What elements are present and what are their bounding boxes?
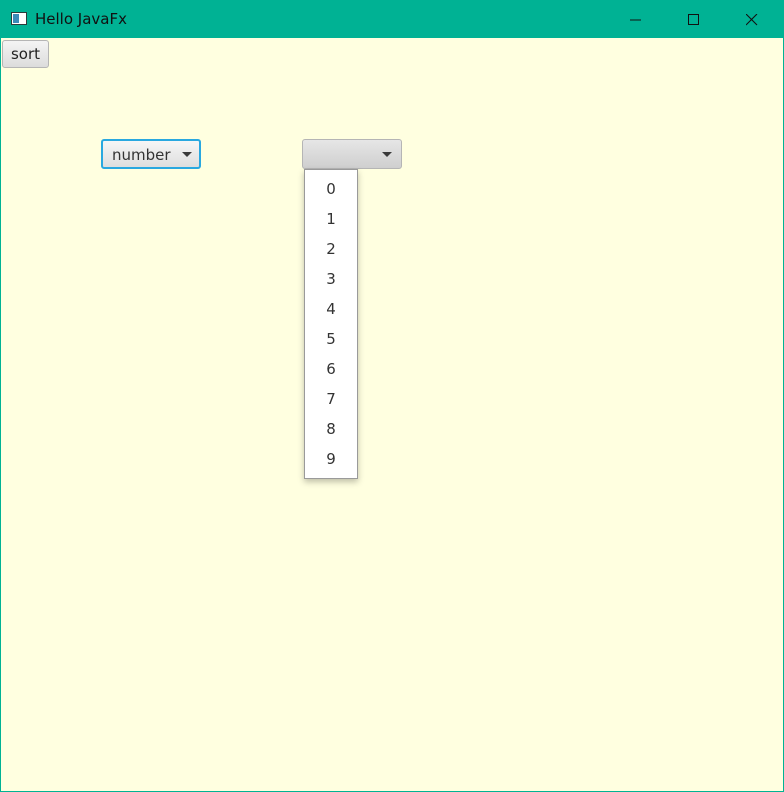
sort-button[interactable]: sort xyxy=(2,40,49,68)
maximize-icon xyxy=(688,14,699,25)
close-button[interactable] xyxy=(723,1,781,38)
window-title: Hello JavaFx xyxy=(35,10,127,28)
dropdown-option[interactable]: 5 xyxy=(305,324,357,354)
close-icon xyxy=(746,14,758,26)
dropdown-option[interactable]: 1 xyxy=(305,204,357,234)
minimize-button[interactable] xyxy=(607,1,665,38)
dropdown-option[interactable]: 0 xyxy=(305,174,357,204)
dropdown-option[interactable]: 7 xyxy=(305,384,357,414)
combo-box-digits[interactable] xyxy=(302,139,402,169)
dropdown-option[interactable]: 3 xyxy=(305,264,357,294)
maximize-button[interactable] xyxy=(665,1,723,38)
dropdown-option[interactable]: 8 xyxy=(305,414,357,444)
chevron-down-icon[interactable] xyxy=(382,152,392,157)
combo-box-value: number xyxy=(112,146,171,164)
dropdown-list[interactable]: 0 1 2 3 4 5 6 7 8 9 xyxy=(304,169,358,479)
dropdown-option[interactable]: 2 xyxy=(305,234,357,264)
app-window: Hello JavaFx sort number 0 1 2 3 4 5 6 7… xyxy=(0,0,784,792)
combo-box-number[interactable]: number xyxy=(101,139,201,169)
title-bar[interactable]: Hello JavaFx xyxy=(1,1,783,38)
dropdown-option[interactable]: 6 xyxy=(305,354,357,384)
dropdown-option[interactable]: 4 xyxy=(305,294,357,324)
chevron-down-icon[interactable] xyxy=(182,152,192,157)
dropdown-option[interactable]: 9 xyxy=(305,444,357,474)
minimize-icon xyxy=(630,19,641,21)
app-icon xyxy=(11,12,27,25)
